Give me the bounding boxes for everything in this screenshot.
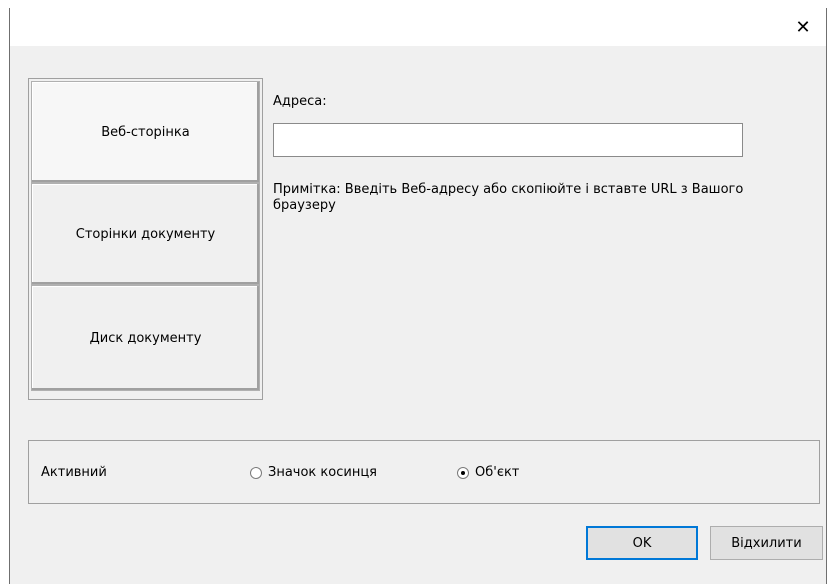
radio-unchecked-icon bbox=[250, 466, 262, 479]
radio-square-icon-option[interactable]: Значок косинця bbox=[250, 465, 377, 480]
tab-label: Диск документу bbox=[89, 330, 202, 346]
title-bar: ✕ bbox=[10, 8, 826, 46]
address-note: Примітка: Введіть Веб-адресу або скопіюй… bbox=[273, 182, 744, 213]
tab-label: Веб-сторінка bbox=[101, 124, 190, 140]
close-icon: ✕ bbox=[795, 16, 811, 38]
radio-checked-icon bbox=[457, 466, 469, 479]
radio-label: Об'єкт bbox=[475, 465, 520, 480]
cancel-button[interactable]: Відхилити bbox=[710, 526, 823, 560]
tab-label: Сторінки документу bbox=[75, 226, 216, 242]
tab-document-pages[interactable]: Сторінки документу bbox=[31, 183, 260, 285]
tab-web-page[interactable]: Веб-сторінка bbox=[31, 81, 260, 183]
insert-link-dialog: ✕ Веб-сторінка Сторінки документу Диск д… bbox=[9, 8, 827, 584]
active-label: Активний bbox=[41, 465, 107, 480]
radio-label: Значок косинця bbox=[268, 465, 377, 480]
radio-object-option[interactable]: Об'єкт bbox=[457, 465, 519, 480]
address-input[interactable] bbox=[273, 123, 743, 157]
link-type-tabs: Веб-сторінка Сторінки документу Диск док… bbox=[28, 78, 263, 400]
ok-button[interactable]: OK bbox=[586, 526, 698, 560]
active-group: Активний Значок косинця Об'єкт bbox=[28, 440, 820, 504]
address-label: Адреса: bbox=[273, 94, 327, 109]
tab-document-disk[interactable]: Диск документу bbox=[31, 285, 260, 391]
ok-label: OK bbox=[632, 535, 652, 551]
close-button[interactable]: ✕ bbox=[780, 8, 826, 46]
cancel-label: Відхилити bbox=[731, 535, 802, 551]
